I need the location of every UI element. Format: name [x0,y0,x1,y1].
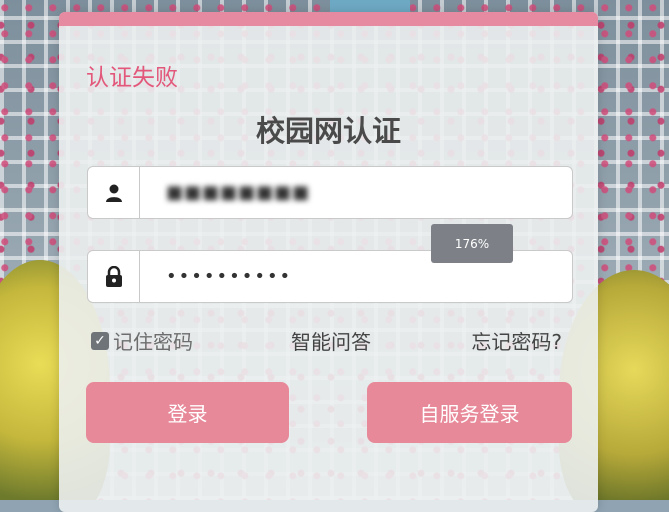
login-card: 认证失败 校园网认证 ■■■■■■■■ •••••••••• 176% ✓ 记住… [59,12,598,512]
username-value[interactable]: ■■■■■■■■ [166,167,310,218]
remember-password-label[interactable]: 记住密码 [113,326,193,355]
card-accent-bar [59,12,598,26]
password-value[interactable]: •••••••••• [166,251,292,302]
username-field[interactable]: ■■■■■■■■ [87,166,573,219]
forgot-password-link[interactable]: 忘记密码? [471,326,562,355]
self-service-login-button[interactable]: 自服务登录 [367,382,572,443]
user-icon [88,167,140,218]
remember-password-checkbox[interactable]: ✓ 记住密码 [91,326,193,355]
smart-qa-link[interactable]: 智能问答 [291,326,371,355]
auth-status-message: 认证失败 [86,65,178,91]
zoom-level-indicator: 176% [431,224,513,263]
lock-icon [88,251,140,302]
options-row: ✓ 记住密码 智能问答 忘记密码? [59,322,598,358]
page-title: 校园网认证 [255,114,401,148]
checkbox-checked-icon[interactable]: ✓ [91,331,109,350]
login-button[interactable]: 登录 [86,382,289,443]
